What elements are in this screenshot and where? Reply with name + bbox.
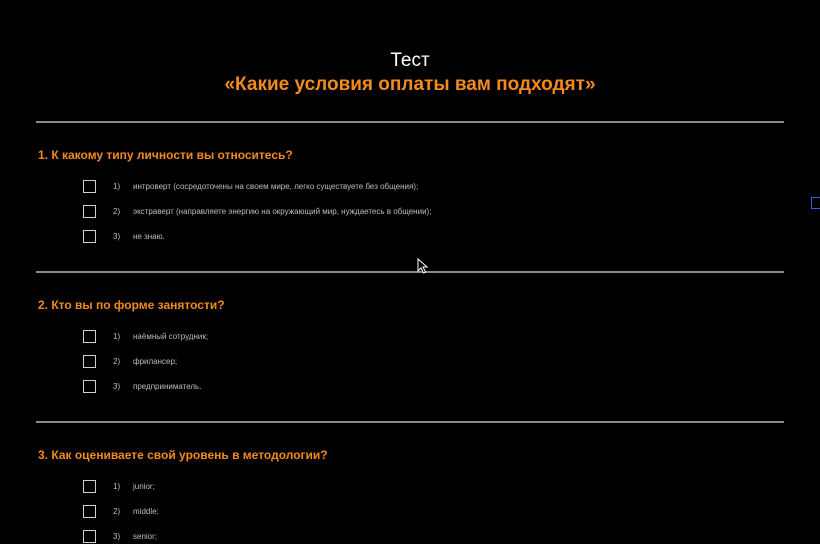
test-subtitle: Тест: [390, 50, 430, 71]
option-number: 1): [113, 181, 121, 191]
divider: [36, 271, 784, 273]
option-number: 2): [113, 356, 121, 366]
option-label: наёмный сотрудник;: [133, 331, 209, 341]
test-header: Тест «Какие условия оплаты вам подходят»: [0, 50, 820, 98]
option-item[interactable]: 1) интроверт (сосредоточены на своем мир…: [83, 178, 418, 194]
checkbox-icon[interactable]: [83, 329, 96, 343]
option-label: фрилансер;: [133, 356, 178, 366]
option-label: предприниматель.: [133, 381, 202, 391]
divider: [36, 121, 784, 123]
checkbox-icon[interactable]: [83, 504, 96, 518]
option-label: junior;: [133, 481, 155, 491]
option-item[interactable]: 3) не знаю.: [83, 228, 165, 244]
checkbox-icon[interactable]: [83, 379, 96, 393]
option-number: 3): [113, 231, 121, 241]
option-number: 2): [113, 206, 121, 216]
option-number: 1): [113, 481, 121, 491]
option-label: senior;: [133, 531, 158, 541]
option-item[interactable]: 2) middle;: [83, 503, 159, 519]
option-label: экстраверт (направляете энергию на окруж…: [133, 206, 432, 216]
question-title: 3. Как оцениваете свой уровень в методол…: [38, 448, 328, 462]
option-label: не знаю.: [133, 231, 165, 241]
checkbox-icon[interactable]: [83, 479, 96, 493]
question-title: 1. К какому типу личности вы относитесь?: [38, 148, 293, 162]
mouse-pointer-icon: [417, 258, 429, 274]
checkbox-icon[interactable]: [83, 204, 96, 218]
option-item[interactable]: 2) экстраверт (направляете энергию на ок…: [83, 203, 431, 219]
question-title: 2. Кто вы по форме занятости?: [38, 298, 225, 312]
option-number: 1): [113, 331, 121, 341]
option-number: 3): [113, 381, 121, 391]
option-item[interactable]: 1) junior;: [83, 478, 155, 494]
option-number: 3): [113, 531, 121, 541]
option-label: middle;: [133, 506, 159, 516]
question-2: 2. Кто вы по форме занятости? 1) наёмный…: [38, 298, 778, 393]
option-number: 2): [113, 506, 121, 516]
checkbox-icon[interactable]: [83, 229, 96, 243]
checkbox-icon[interactable]: [83, 529, 96, 543]
question-3: 3. Как оцениваете свой уровень в методол…: [38, 448, 778, 543]
option-item[interactable]: 3) предприниматель.: [83, 378, 201, 394]
option-item[interactable]: 3) senior;: [83, 528, 157, 544]
divider: [36, 421, 784, 423]
option-item[interactable]: 2) фрилансер;: [83, 353, 177, 369]
resize-handle[interactable]: [811, 197, 820, 209]
option-label: интроверт (сосредоточены на своем мире, …: [133, 181, 419, 191]
checkbox-icon[interactable]: [83, 179, 96, 193]
question-1: 1. К какому типу личности вы относитесь?…: [38, 148, 778, 243]
option-item[interactable]: 1) наёмный сотрудник;: [83, 328, 208, 344]
checkbox-icon[interactable]: [83, 354, 96, 368]
test-title: «Какие условия оплаты вам подходят»: [224, 74, 596, 95]
